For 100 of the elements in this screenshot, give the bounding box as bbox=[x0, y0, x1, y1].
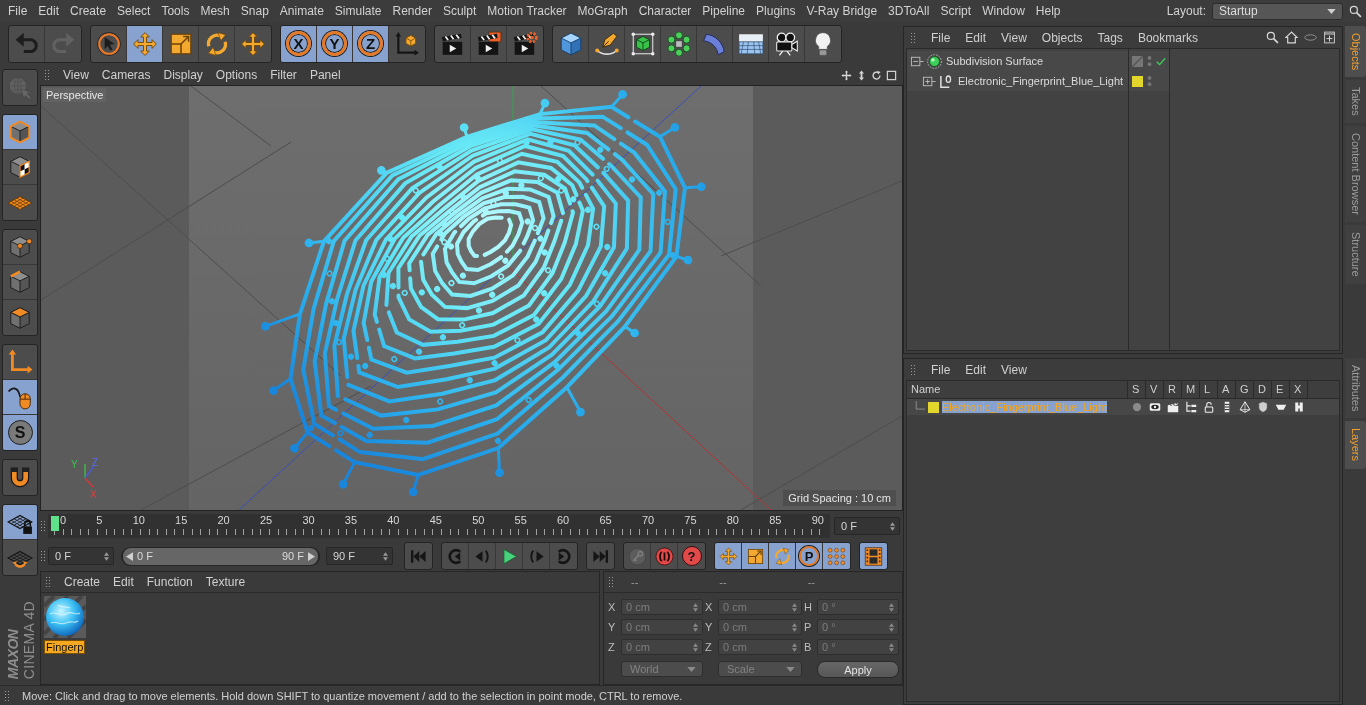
camera-label[interactable]: Perspective bbox=[43, 88, 107, 102]
scale-tool-button[interactable] bbox=[742, 543, 769, 569]
menu-item[interactable]: Animate bbox=[279, 4, 324, 18]
h-shape-icon[interactable] bbox=[1293, 401, 1305, 413]
menu-item[interactable]: Create bbox=[64, 575, 101, 589]
search-icon[interactable] bbox=[1266, 31, 1279, 44]
caret-left-icon[interactable] bbox=[126, 551, 133, 561]
column-header[interactable]: G bbox=[1236, 381, 1254, 398]
menu-item[interactable]: Panel bbox=[309, 68, 341, 82]
pan-arrows-icon[interactable] bbox=[841, 69, 852, 81]
eye-icon[interactable] bbox=[1149, 401, 1161, 413]
side-tab[interactable]: Structure bbox=[1345, 225, 1366, 284]
material-name[interactable]: Fingerp bbox=[44, 640, 86, 654]
layer-swatch-icon[interactable] bbox=[1132, 75, 1143, 87]
add-panel-icon[interactable] bbox=[1323, 31, 1336, 44]
menu-item[interactable]: V-Ray Bridge bbox=[806, 4, 878, 18]
pyramid-icon[interactable] bbox=[1239, 401, 1251, 413]
timeline-button[interactable] bbox=[860, 543, 887, 569]
layout-dropdown[interactable]: Startup bbox=[1212, 2, 1343, 20]
menu-item[interactable]: Edit bbox=[965, 362, 987, 377]
menu-item[interactable]: Motion Tracker bbox=[487, 4, 567, 18]
maximize-icon[interactable] bbox=[886, 69, 897, 81]
menu-item[interactable]: Edit bbox=[965, 30, 987, 45]
side-tab[interactable]: Takes bbox=[1345, 80, 1366, 124]
menu-item[interactable]: Mesh bbox=[200, 4, 230, 18]
column-header[interactable]: R bbox=[1164, 381, 1182, 398]
menu-item[interactable]: Script bbox=[940, 4, 972, 18]
axis-lock-button[interactable]: X bbox=[281, 25, 317, 62]
axis-lock-button[interactable]: Y bbox=[317, 25, 353, 62]
menu-item[interactable]: Bookmarks bbox=[1137, 30, 1198, 45]
column-header[interactable]: A bbox=[1218, 381, 1236, 398]
side-tab[interactable]: Content Browser bbox=[1345, 126, 1366, 222]
menu-item[interactable]: Filter bbox=[270, 68, 297, 82]
menu-item[interactable]: MoGraph bbox=[577, 4, 628, 18]
column-header[interactable]: X bbox=[1290, 381, 1308, 398]
clapperboard-icon[interactable] bbox=[1167, 401, 1179, 413]
orbit-arrow-icon[interactable] bbox=[871, 69, 882, 81]
menu-item[interactable]: Create bbox=[70, 4, 107, 18]
layer-swatch-icon[interactable] bbox=[928, 401, 939, 413]
hierarchy-icon[interactable] bbox=[1185, 401, 1197, 413]
side-tab[interactable]: Attributes bbox=[1345, 358, 1366, 419]
solo-dot-icon[interactable] bbox=[1131, 401, 1143, 413]
menu-item[interactable]: Function bbox=[146, 575, 193, 589]
menu-item[interactable]: Simulate bbox=[334, 4, 382, 18]
column-header[interactable]: M bbox=[1182, 381, 1200, 398]
menu-item[interactable]: View bbox=[1001, 362, 1027, 377]
current-frame-field[interactable]: 0 F bbox=[834, 517, 900, 535]
start-frame-field[interactable]: 0 F bbox=[48, 547, 114, 565]
object-row[interactable]: Subdivision Surface bbox=[907, 51, 1128, 71]
search-icon[interactable] bbox=[1349, 4, 1362, 18]
home-icon[interactable] bbox=[1285, 31, 1298, 44]
column-header[interactable]: D bbox=[1254, 381, 1272, 398]
menu-item[interactable]: Select bbox=[117, 4, 151, 18]
end-frame-field[interactable]: 90 F bbox=[326, 547, 393, 565]
menu-item[interactable]: Cameras bbox=[101, 68, 151, 82]
menu-item[interactable]: Edit bbox=[38, 4, 60, 18]
move-tool-button[interactable] bbox=[127, 25, 163, 62]
menu-item[interactable]: File bbox=[8, 4, 28, 18]
menu-item[interactable]: Character bbox=[638, 4, 692, 18]
menu-item[interactable]: Render bbox=[392, 4, 432, 18]
timeline-ruler[interactable]: 0 5 10 15 20 25 30 35 40 45 50 55 60 65 70 75 80 85 90 bbox=[48, 514, 830, 538]
menu-item[interactable]: Options bbox=[215, 68, 258, 82]
menu-item[interactable]: View bbox=[63, 68, 89, 82]
menu-item[interactable]: Window bbox=[982, 4, 1025, 18]
axis-lock-button[interactable]: Z bbox=[353, 25, 389, 62]
shield-icon[interactable] bbox=[1257, 401, 1269, 413]
menu-item[interactable]: Edit bbox=[113, 575, 134, 589]
menu-item[interactable]: Tools bbox=[161, 4, 190, 18]
side-tab[interactable]: Objects bbox=[1345, 26, 1366, 78]
move-tool-button[interactable] bbox=[715, 543, 742, 569]
menu-item[interactable]: Tags bbox=[1097, 30, 1123, 45]
material-preview[interactable] bbox=[44, 596, 86, 638]
menu-item[interactable]: Sculpt bbox=[442, 4, 477, 18]
object-row[interactable]: Electronic_Fingerprint_Blue_Light bbox=[907, 71, 1128, 91]
padlock-icon[interactable] bbox=[1203, 401, 1215, 413]
model-mode-button[interactable] bbox=[3, 115, 37, 150]
menu-item[interactable]: Help bbox=[1035, 4, 1061, 18]
column-header[interactable]: L bbox=[1200, 381, 1218, 398]
visibility-dots-icon[interactable] bbox=[1147, 55, 1152, 67]
menu-item[interactable]: File bbox=[931, 30, 951, 45]
menu-item[interactable]: Plugins bbox=[756, 4, 796, 18]
caret-right-icon[interactable] bbox=[308, 551, 315, 561]
column-header[interactable]: S bbox=[1128, 381, 1146, 398]
column-header[interactable]: Name bbox=[907, 381, 1128, 398]
visibility-dots-icon[interactable] bbox=[1147, 75, 1152, 87]
solo-button[interactable]: S bbox=[3, 415, 37, 450]
range-bar[interactable]: 0 F 90 F bbox=[123, 547, 318, 565]
rotate-tool-button[interactable] bbox=[769, 543, 796, 569]
lock-workplane-button[interactable] bbox=[3, 505, 37, 540]
column-header[interactable]: E bbox=[1272, 381, 1290, 398]
menu-item[interactable]: View bbox=[1001, 30, 1027, 45]
column-header[interactable]: V bbox=[1146, 381, 1164, 398]
menu-item[interactable]: File bbox=[931, 362, 951, 377]
menu-item[interactable]: Snap bbox=[240, 4, 269, 18]
menu-item[interactable]: Display bbox=[163, 68, 203, 82]
menu-item[interactable]: 3DToAll bbox=[888, 4, 930, 18]
side-tab[interactable]: Layers bbox=[1345, 421, 1366, 469]
parameter-key-button[interactable]: P bbox=[796, 543, 823, 569]
oval-icon[interactable] bbox=[1304, 31, 1317, 44]
menu-item[interactable]: Pipeline bbox=[702, 4, 746, 18]
